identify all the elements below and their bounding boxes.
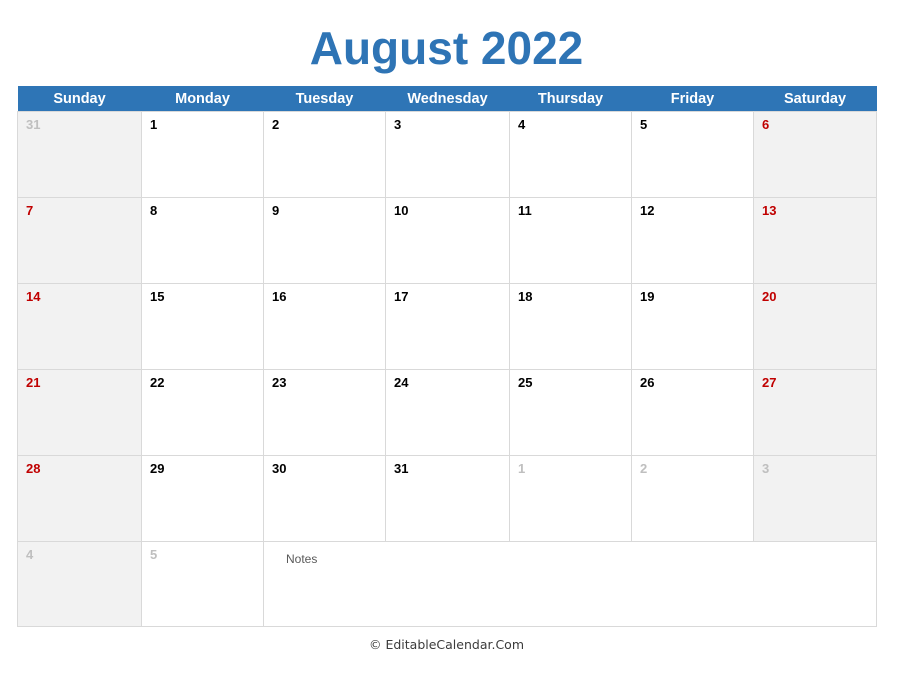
day-cell[interactable]: 25 [509,369,632,456]
day-cell[interactable]: 7 [17,197,142,284]
day-number: 3 [394,117,402,132]
day-number: 5 [640,117,648,132]
day-header-friday: Friday [631,86,754,112]
day-cell[interactable]: 12 [631,197,754,284]
day-number: 24 [394,375,409,390]
day-number: 1 [518,461,526,476]
day-cell[interactable]: 20 [753,283,877,370]
day-cell[interactable]: 19 [631,283,754,370]
day-cell[interactable]: 11 [509,197,632,284]
day-number: 16 [272,289,287,304]
week-row: 14 15 16 17 18 19 20 [17,283,877,370]
day-number: 3 [762,461,770,476]
day-number: 2 [640,461,648,476]
day-number: 8 [150,203,158,218]
day-number: 2 [272,117,280,132]
day-number: 28 [26,461,41,476]
day-number: 4 [26,547,34,562]
day-cell[interactable]: 23 [263,369,386,456]
day-cell[interactable]: 24 [385,369,510,456]
notes-cell[interactable]: Notes [263,541,877,627]
day-cell[interactable]: 10 [385,197,510,284]
week-row: 7 8 9 10 11 12 13 [17,197,877,284]
day-header-monday: Monday [141,86,264,112]
day-number: 13 [762,203,777,218]
week-row: 31 1 2 3 4 5 6 [17,111,877,198]
day-number: 10 [394,203,409,218]
day-header-wednesday: Wednesday [385,86,510,112]
day-cell[interactable]: 3 [753,455,877,542]
day-number: 20 [762,289,777,304]
day-cell[interactable]: 3 [385,111,510,198]
day-cell[interactable]: 13 [753,197,877,284]
day-number: 15 [150,289,165,304]
day-number: 17 [394,289,409,304]
day-number: 4 [518,117,526,132]
day-cell[interactable]: 2 [263,111,386,198]
day-number: 14 [26,289,41,304]
day-cell[interactable]: 1 [509,455,632,542]
day-cell[interactable]: 1 [141,111,264,198]
footer-credit: © EditableCalendar.Com [368,637,525,652]
day-number: 27 [762,375,777,390]
day-cell[interactable]: 14 [17,283,142,370]
day-number: 23 [272,375,287,390]
calendar-page: August 2022 Sunday Monday Tuesday Wednes… [0,0,900,675]
calendar-body: 31 1 2 3 4 5 6 7 8 9 10 11 12 13 14 15 1… [17,111,877,627]
day-cell[interactable]: 26 [631,369,754,456]
day-cell[interactable]: 29 [141,455,264,542]
day-header-thursday: Thursday [509,86,632,112]
day-cell[interactable]: 5 [631,111,754,198]
day-cell[interactable]: 17 [385,283,510,370]
page-title: August 2022 [309,22,584,74]
day-cell[interactable]: 5 [141,541,264,627]
day-number: 31 [394,461,409,476]
day-cell[interactable]: 22 [141,369,264,456]
day-cell[interactable]: 8 [141,197,264,284]
day-number: 7 [26,203,34,218]
day-cell[interactable]: 27 [753,369,877,456]
day-number: 21 [26,375,41,390]
day-number: 19 [640,289,655,304]
day-cell[interactable]: 9 [263,197,386,284]
week-row: 21 22 23 24 25 26 27 [17,369,877,456]
day-number: 22 [150,375,165,390]
day-number: 29 [150,461,165,476]
notes-row: 4 5 Notes [17,541,877,627]
day-number: 9 [272,203,280,218]
day-cell[interactable]: 31 [385,455,510,542]
day-cell[interactable]: 18 [509,283,632,370]
day-cell[interactable]: 28 [17,455,142,542]
day-header-row: Sunday Monday Tuesday Wednesday Thursday… [17,86,877,112]
day-number: 12 [640,203,655,218]
day-header-tuesday: Tuesday [263,86,386,112]
day-cell[interactable]: 4 [509,111,632,198]
day-cell[interactable]: 15 [141,283,264,370]
day-cell[interactable]: 21 [17,369,142,456]
day-cell[interactable]: 4 [17,541,142,627]
day-cell[interactable]: 2 [631,455,754,542]
day-number: 6 [762,117,770,132]
notes-label: Notes [286,552,318,566]
calendar-grid: Sunday Monday Tuesday Wednesday Thursday… [17,86,877,627]
day-number: 11 [518,203,532,218]
day-cell[interactable]: 6 [753,111,877,198]
day-cell[interactable]: 31 [17,111,142,198]
day-number: 5 [150,547,158,562]
day-cell[interactable]: 30 [263,455,386,542]
week-row: 28 29 30 31 1 2 3 [17,455,877,542]
day-number: 30 [272,461,287,476]
day-number: 25 [518,375,533,390]
day-number: 26 [640,375,655,390]
day-cell[interactable]: 16 [263,283,386,370]
day-header-saturday: Saturday [753,86,877,112]
day-number: 31 [26,117,41,132]
day-header-sunday: Sunday [17,86,142,112]
day-number: 18 [518,289,533,304]
day-number: 1 [150,117,158,132]
title-container: August 2022 [17,12,876,84]
